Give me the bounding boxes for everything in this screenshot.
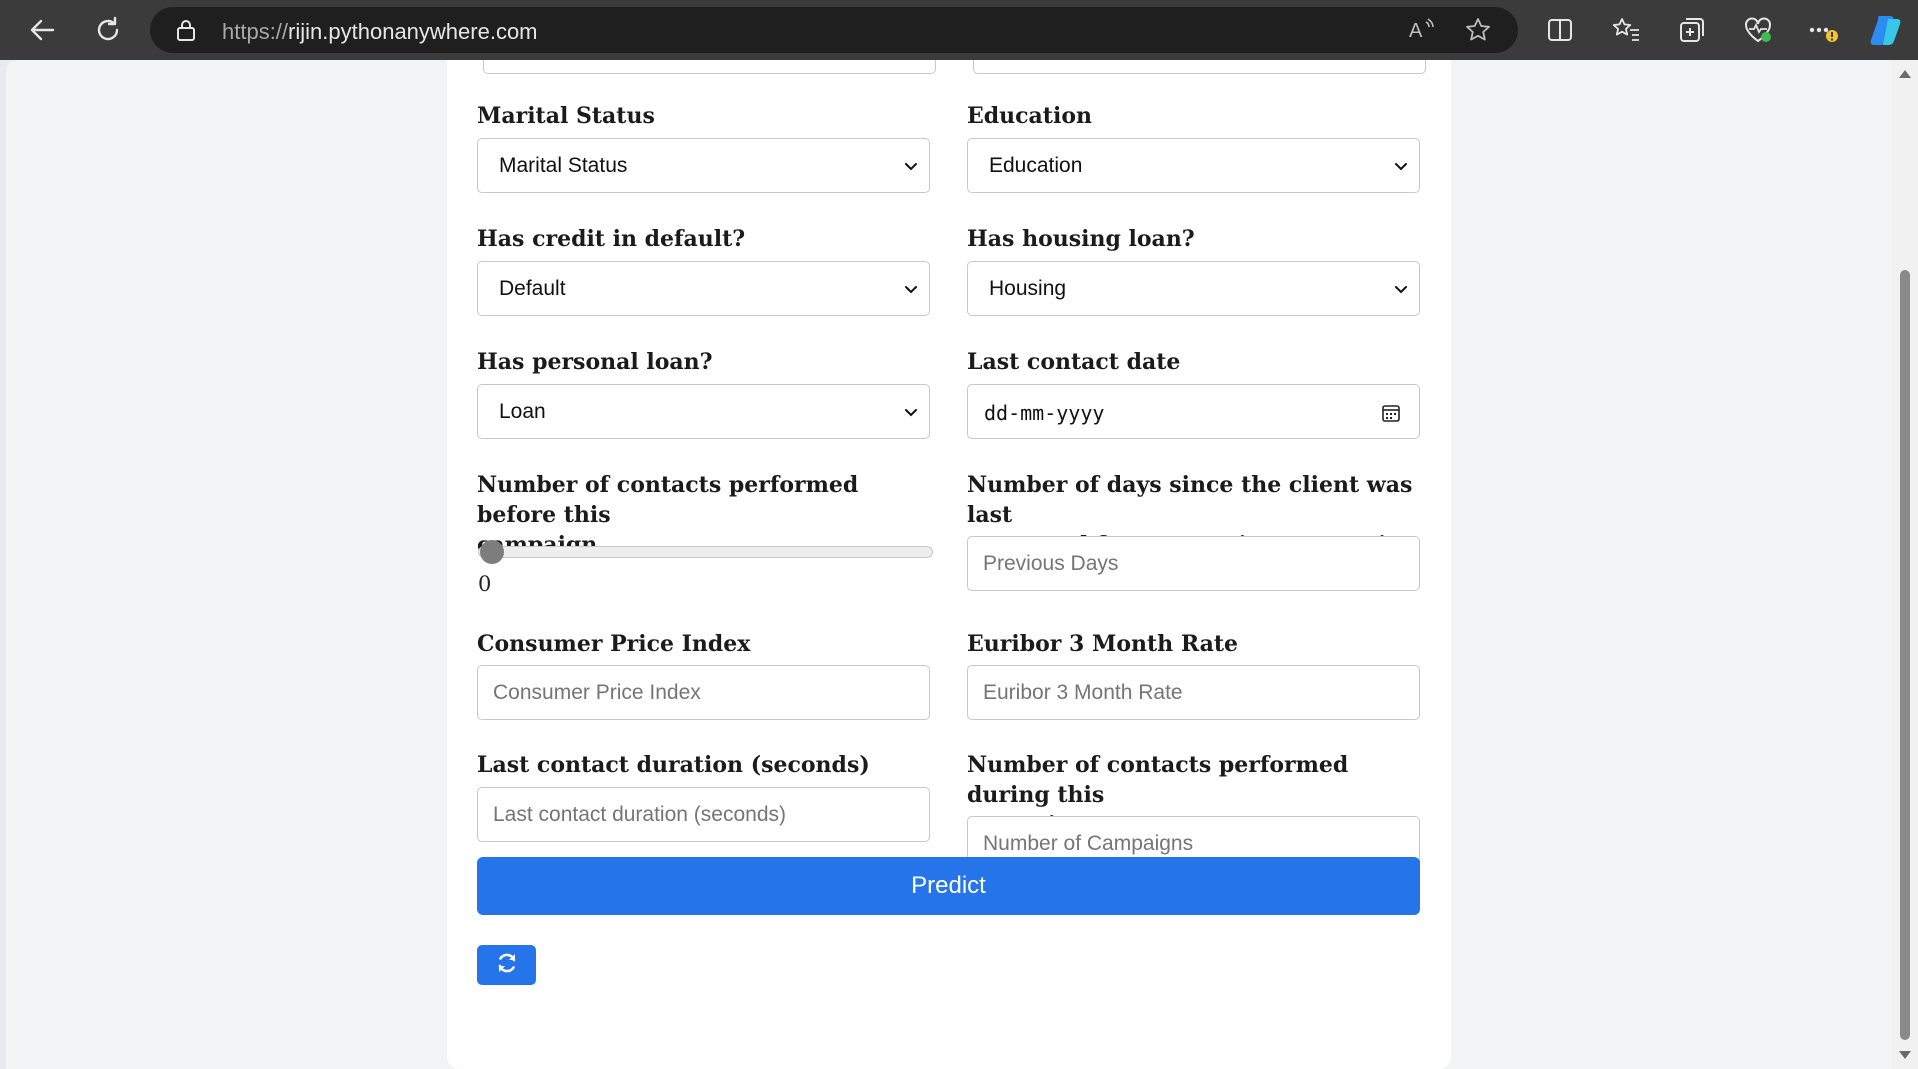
housing-loan-value: Housing [989,277,1067,300]
chevron-down-icon [901,280,921,305]
contact-date-input[interactable]: dd-mm-yyyy [967,384,1420,439]
previous-contacts-slider-track[interactable] [478,546,933,558]
credit-default-field: Has credit in default? Default [477,224,930,316]
housing-loan-field: Has housing loan? Housing [967,224,1420,316]
campaign-field: Number of contacts performed during this… [967,750,1420,871]
previous-contacts-label-line1: Number of contacts performed before this [477,472,859,528]
duration-input[interactable]: Last contact duration (seconds) [477,787,930,842]
credit-default-value: Default [499,277,566,300]
scroll-up-arrow-icon[interactable] [1899,70,1911,78]
refresh-icon[interactable] [88,10,128,50]
euribor-input[interactable]: Euribor 3 Month Rate [967,665,1420,720]
chevron-down-icon [901,157,921,182]
page-scrollbar[interactable] [1892,60,1918,1069]
collections-icon[interactable] [1672,10,1712,50]
browser-toolbar: https://rijin.pythonanywhere.com A [0,0,1918,60]
marital-status-select[interactable]: Marital Status [477,138,930,193]
education-select[interactable]: Education [967,138,1420,193]
duration-field: Last contact duration (seconds) Last con… [477,750,930,842]
personal-loan-field: Has personal loan? Loan [477,347,930,439]
svg-text:A: A [1409,20,1423,42]
chevron-down-icon [1391,157,1411,182]
predict-button[interactable]: Predict [477,857,1420,915]
credit-default-label: Has credit in default? [477,226,746,252]
education-value: Education [989,154,1083,177]
education-field: Education Education [967,101,1420,193]
personal-loan-value: Loan [499,400,546,423]
euribor-field: Euribor 3 Month Rate Euribor 3 Month Rat… [967,629,1420,720]
url-text: https://rijin.pythonanywhere.com [222,19,538,44]
favorites-icon[interactable] [1606,10,1646,50]
browser-essentials-icon[interactable] [1738,10,1778,50]
partial-field-right[interactable] [973,60,1426,74]
page-viewport [6,60,1892,1069]
credit-default-select[interactable]: Default [477,261,930,316]
marital-status-value: Marital Status [499,154,628,177]
chevron-down-icon [901,403,921,428]
marital-status-label: Marital Status [477,103,655,129]
personal-loan-select[interactable]: Loan [477,384,930,439]
housing-loan-label: Has housing loan? [967,226,1195,252]
contact-date-field: Last contact date dd-mm-yyyy [967,347,1420,439]
duration-placeholder: Last contact duration (seconds) [493,803,786,826]
contact-date-label: Last contact date [967,349,1181,375]
euribor-label: Euribor 3 Month Rate [967,631,1239,657]
scroll-down-arrow-icon[interactable] [1899,1051,1911,1059]
personal-loan-label: Has personal loan? [477,349,713,375]
copilot-icon[interactable] [1866,10,1906,50]
reset-button[interactable] [477,945,536,985]
back-icon[interactable] [22,10,62,50]
euribor-placeholder: Euribor 3 Month Rate [983,681,1183,704]
previous-days-input[interactable]: Previous Days [967,536,1420,591]
previous-days-field: Number of days since the client was last… [967,470,1420,591]
read-aloud-icon[interactable]: A [1408,16,1436,44]
address-bar[interactable]: https://rijin.pythonanywhere.com A [150,7,1518,53]
lock-icon [176,19,196,46]
calendar-icon[interactable] [1381,403,1401,428]
scrollbar-thumb[interactable] [1900,270,1910,1040]
education-label: Education [967,103,1092,129]
previous-days-placeholder: Previous Days [983,552,1119,575]
contact-date-placeholder: dd-mm-yyyy [984,401,1105,425]
duration-label: Last contact duration (seconds) [477,752,870,778]
favorite-star-icon[interactable] [1464,16,1492,44]
chevron-down-icon [1391,280,1411,305]
housing-loan-select[interactable]: Housing [967,261,1420,316]
sync-icon [496,952,518,979]
cpi-label: Consumer Price Index [477,631,751,657]
cpi-input[interactable]: Consumer Price Index [477,665,930,720]
cpi-field: Consumer Price Index Consumer Price Inde… [477,629,930,720]
more-options-icon[interactable] [1804,10,1844,50]
previous-contacts-slider-thumb[interactable] [480,540,504,564]
partial-field-left[interactable] [483,60,936,74]
previous-days-label-line1: Number of days since the client was last [967,472,1413,528]
split-screen-icon[interactable] [1540,10,1580,50]
cpi-placeholder: Consumer Price Index [493,681,701,704]
marital-status-field: Marital Status Marital Status [477,101,930,193]
campaign-label-line1: Number of contacts performed during this [967,752,1349,808]
campaign-placeholder: Number of Campaigns [983,832,1194,855]
previous-contacts-value: 0 [478,572,492,596]
